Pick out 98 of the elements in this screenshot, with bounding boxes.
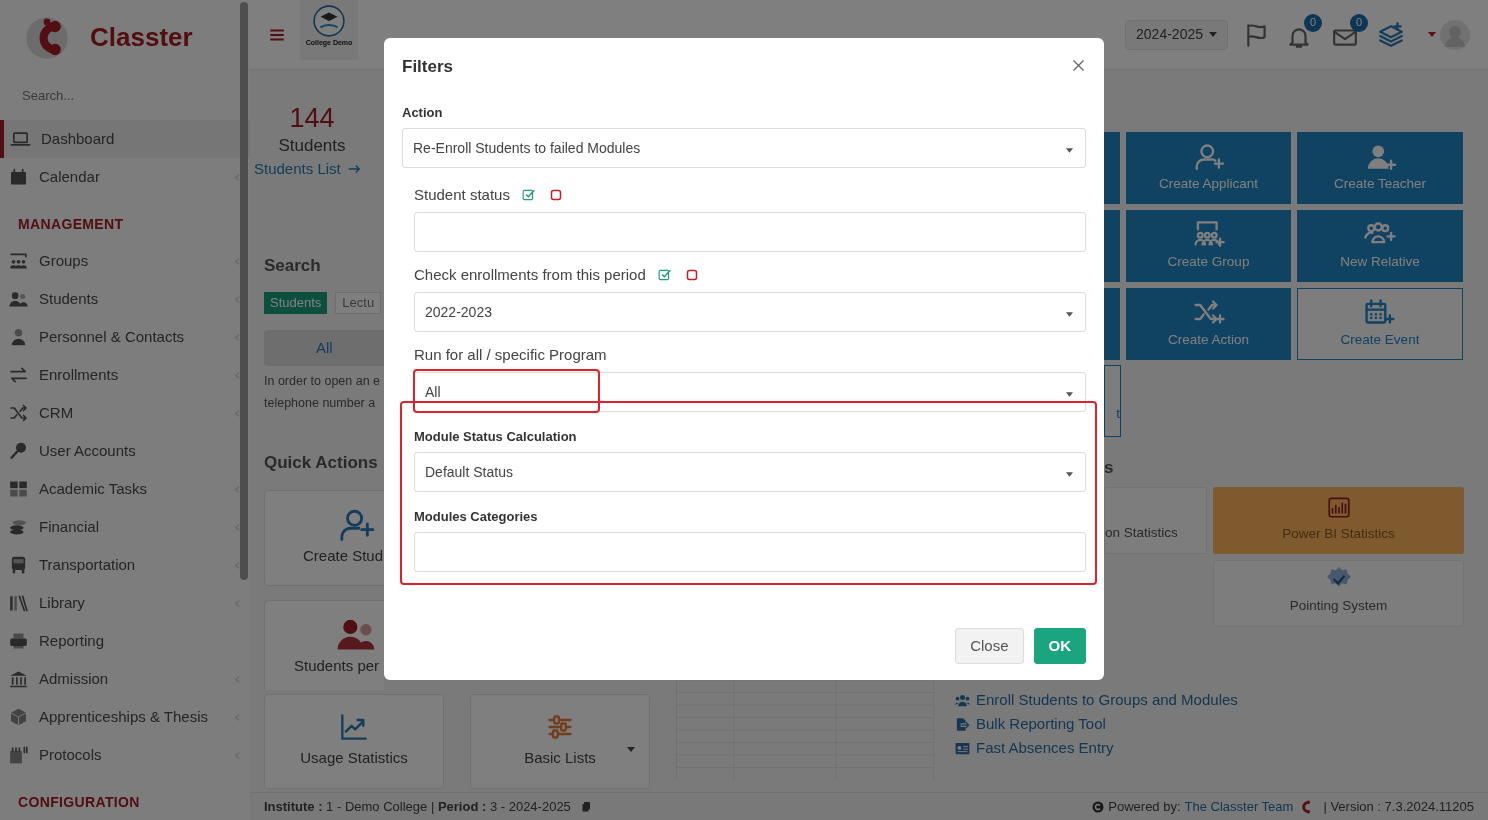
trend-chart-icon xyxy=(338,713,370,742)
arrows-icon xyxy=(8,365,29,385)
stat-tile[interactable]: Pointing System xyxy=(1213,560,1464,627)
caret-icon xyxy=(1066,147,1073,153)
cube-icon xyxy=(8,707,29,727)
key-icon xyxy=(8,441,29,461)
sidebar-item[interactable]: Protocols xyxy=(0,736,250,774)
laptop-icon xyxy=(10,129,31,149)
footer-info: Institute : 1 - Demo College | Period : 3 - 2024-2025 xyxy=(264,797,571,816)
stat-tile[interactable]: on Statistics xyxy=(1104,487,1207,554)
close-icon[interactable] xyxy=(1071,57,1086,73)
period-dropdown[interactable]: 2024-2025 xyxy=(1125,19,1228,50)
caret-icon xyxy=(1066,391,1073,397)
students-list-link[interactable]: Students List xyxy=(254,158,384,181)
caret-icon xyxy=(1209,32,1217,37)
version-text: | Version : 7.3.2024.11205 xyxy=(1323,797,1474,816)
logo-icon xyxy=(24,14,70,61)
dialog-title: Filters xyxy=(402,56,455,79)
users-icon xyxy=(954,692,971,708)
id-card-icon xyxy=(954,740,971,756)
action-tile[interactable]: Create Teacher xyxy=(1297,132,1463,204)
caret-icon[interactable] xyxy=(627,747,635,752)
section-title: Search xyxy=(264,254,322,277)
field-label: Check enrollments from this period xyxy=(414,266,646,284)
input-field[interactable] xyxy=(414,532,1086,572)
action-tile[interactable]: Create Event xyxy=(1297,288,1463,360)
sidebar-item[interactable]: Reporting xyxy=(0,622,250,660)
student-count: 144 xyxy=(289,102,335,134)
quick-action-card[interactable]: Create Stud xyxy=(264,489,384,586)
bottom-card[interactable]: Basic Lists xyxy=(470,694,650,789)
count-label: Students xyxy=(278,135,346,157)
checkbox-checked-icon[interactable] xyxy=(521,188,536,202)
group-icon xyxy=(8,251,29,271)
copyright-icon xyxy=(1092,800,1105,813)
caret-icon xyxy=(1066,471,1073,477)
layers-plus-icon[interactable] xyxy=(1378,21,1404,48)
file-export-icon xyxy=(954,716,971,732)
calendar-icon xyxy=(8,745,29,765)
copy-icon[interactable] xyxy=(580,800,593,813)
team-link[interactable]: The Classter Team xyxy=(1184,796,1294,817)
quick-link[interactable]: Enroll Students to Groups and Modules xyxy=(954,688,1238,712)
select-field[interactable]: Default Status xyxy=(414,452,1086,492)
action-tile[interactable]: Create Group xyxy=(1126,210,1291,282)
stat-tile[interactable]: Power BI Statistics xyxy=(1213,487,1464,554)
scrollbar[interactable] xyxy=(240,2,248,580)
field-label: Module Status Calculation xyxy=(414,428,577,446)
sidebar-item[interactable]: Apprenticeships & Thesis xyxy=(0,698,250,736)
checkbox-checked-icon[interactable] xyxy=(657,268,672,282)
books-icon xyxy=(8,593,29,613)
sidebar-item[interactable]: Admission xyxy=(0,660,250,698)
quick-link[interactable]: Bulk Reporting Tool xyxy=(954,712,1238,736)
action-tile[interactable]: Create Applicant xyxy=(1126,132,1291,204)
action-tile[interactable] xyxy=(1104,288,1120,360)
action-tile[interactable] xyxy=(1104,132,1120,204)
input-field[interactable] xyxy=(414,212,1086,252)
section-title: s xyxy=(1104,457,1115,479)
hint-text: telephone number a xyxy=(264,395,377,412)
calendar-icon xyxy=(8,167,29,187)
bank-icon xyxy=(8,669,29,689)
search-tab[interactable]: Students xyxy=(264,292,328,314)
action-tile[interactable]: t xyxy=(1104,365,1121,437)
caret-icon xyxy=(1066,311,1073,317)
quick-action-card[interactable]: Students per xyxy=(264,599,384,690)
action-tile[interactable] xyxy=(1104,210,1120,282)
field-label: Run for all / specific Program xyxy=(414,346,607,364)
action-tile[interactable]: Create Action xyxy=(1126,288,1291,360)
sidebar-item[interactable]: Library xyxy=(0,584,250,622)
all-button[interactable]: All xyxy=(264,330,384,366)
section-heading: MANAGEMENT xyxy=(17,215,125,234)
person-plus-icon xyxy=(337,507,375,542)
users-icon xyxy=(8,289,29,309)
section-title: Quick Actions xyxy=(264,452,379,474)
field-label: Modules Categories xyxy=(414,508,538,526)
logo-text: Classter xyxy=(90,21,193,55)
quick-link[interactable]: Fast Absences Entry xyxy=(954,736,1238,760)
bottom-card[interactable]: Usage Statistics xyxy=(264,694,444,789)
field-label: Student status xyxy=(414,186,510,204)
search-tab[interactable]: Lectu xyxy=(335,292,382,314)
count-badge: 0 xyxy=(1304,13,1322,32)
select-field[interactable]: 2022-2023 xyxy=(414,292,1086,332)
action-tile[interactable]: New Relative xyxy=(1297,210,1463,282)
select-field[interactable]: All xyxy=(414,372,1086,412)
section-heading: CONFIGURATION xyxy=(17,793,141,812)
ok-button[interactable]: OK xyxy=(1033,628,1086,664)
close-button[interactable]: Close xyxy=(955,628,1024,664)
powered-by-text: Powered by: xyxy=(1108,797,1181,816)
square-icon[interactable] xyxy=(549,189,562,201)
graduation-cap-icon xyxy=(312,4,346,38)
field-label: Action xyxy=(402,104,443,122)
square-icon[interactable] xyxy=(685,269,698,281)
hint-text: In order to open an e xyxy=(264,373,382,390)
users-icon xyxy=(337,617,375,652)
search-field[interactable]: Search... xyxy=(22,85,222,106)
caret-icon[interactable] xyxy=(1428,32,1436,37)
sidebar-item[interactable]: Dashboard xyxy=(0,120,250,158)
count-badge: 0 xyxy=(1350,13,1368,32)
shuffle-icon xyxy=(8,403,29,423)
select-field[interactable]: Re-Enroll Students to failed Modules xyxy=(402,128,1086,168)
